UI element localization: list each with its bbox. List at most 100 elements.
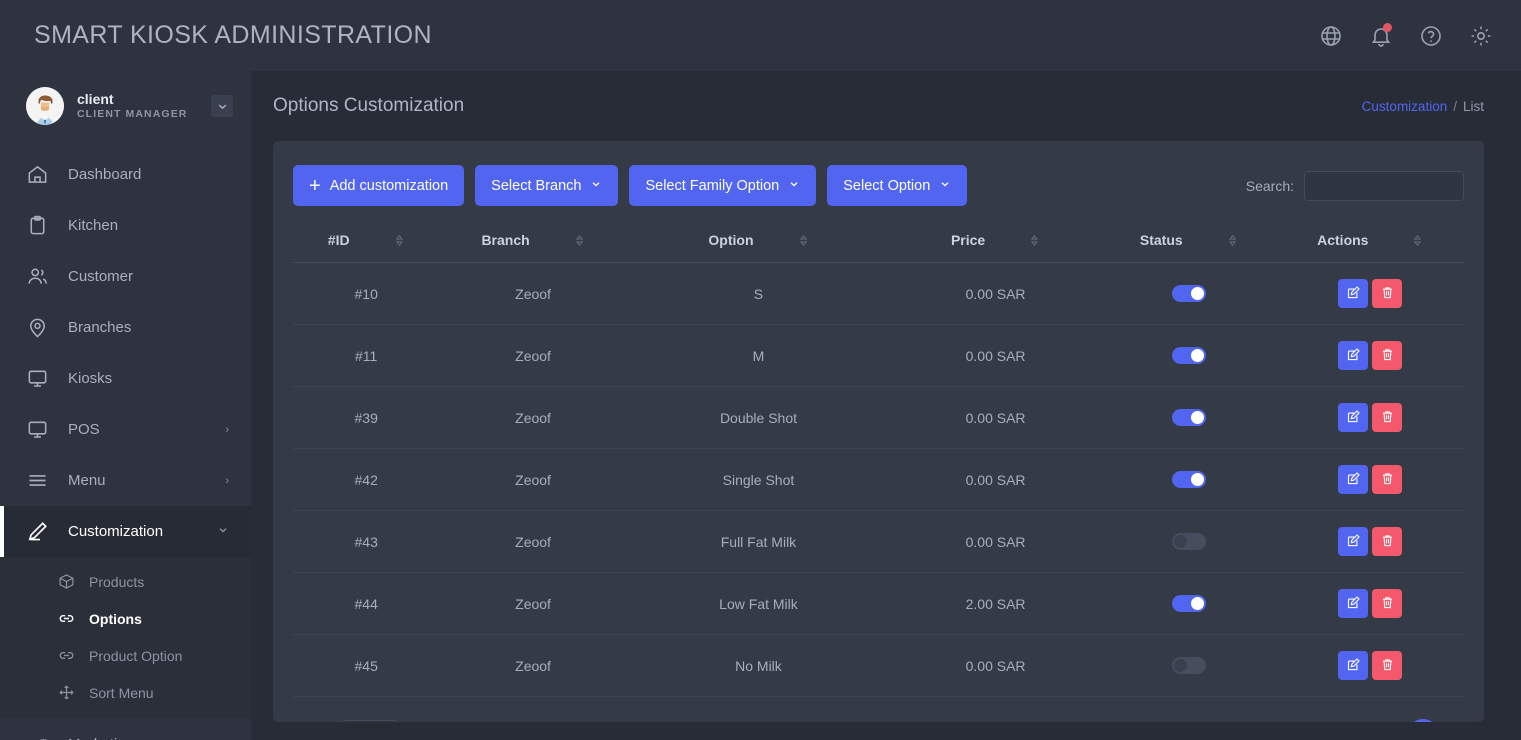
delete-row-button[interactable]	[1372, 465, 1403, 494]
sidebar-item-pos[interactable]: POS ›	[0, 404, 251, 455]
status-toggle[interactable]	[1171, 347, 1206, 365]
delete-row-button[interactable]	[1372, 651, 1403, 680]
table-row: #44 Zeoof Low Fat Milk 2.00 SAR	[293, 572, 1464, 635]
table-head: #ID Branch Option Price Status Actions	[293, 220, 1464, 263]
column-header-option[interactable]: Option	[626, 220, 891, 263]
user-profile-box[interactable]: client CLIENT MANAGER	[0, 71, 251, 143]
column-header-branch[interactable]: Branch	[439, 220, 627, 263]
select-branch-dropdown[interactable]: Select Branch	[475, 165, 619, 206]
status-toggle[interactable]	[1171, 285, 1206, 303]
clipboard-icon	[30, 215, 45, 235]
edit-row-button[interactable]	[1338, 651, 1369, 680]
chevron-down-icon[interactable]	[211, 95, 233, 117]
table-body: #10 Zeoof S 0.00 SAR #11 Zeoof M 0.00 SAR #39 Zeo…	[293, 262, 1464, 697]
sort-icon[interactable]	[1412, 234, 1423, 247]
bell-icon[interactable]	[1369, 22, 1393, 48]
map-pin-icon	[30, 318, 45, 338]
pagination: « 1 »	[1385, 719, 1460, 722]
status-toggle[interactable]	[1171, 471, 1206, 489]
help-icon[interactable]	[1419, 24, 1443, 48]
delete-row-button[interactable]	[1372, 341, 1403, 370]
cell-branch: Zeoof	[439, 324, 627, 387]
page-title: Options Customization	[273, 95, 465, 116]
sidebar-item-marketing[interactable]: Marketing ›	[0, 719, 251, 740]
edit-row-button[interactable]	[1338, 465, 1369, 494]
sidebar-item-products[interactable]: Products	[0, 563, 251, 600]
delete-row-button[interactable]	[1372, 403, 1403, 432]
table-row: #39 Zeoof Double Shot 0.00 SAR	[293, 386, 1464, 449]
body-wrapper: client CLIENT MANAGER Dashboard Kitchen …	[0, 71, 1521, 740]
page-header: Options Customization Customization / List	[251, 71, 1521, 117]
sidebar-item-customization[interactable]: Customization	[0, 506, 251, 557]
user-role: CLIENT MANAGER	[77, 108, 188, 121]
sidebar-item-label: Kiosks	[68, 370, 113, 387]
entries-select[interactable]: 102550100	[342, 719, 399, 722]
search-group: Search:	[1246, 170, 1464, 201]
sort-icon[interactable]	[574, 234, 585, 247]
search-input[interactable]	[1304, 170, 1464, 201]
notification-badge-dot	[1383, 22, 1392, 32]
table-toolbar: + Add customization Select Branch Select…	[293, 165, 1464, 206]
add-customization-button[interactable]: + Add customization	[293, 165, 465, 206]
sidebar-item-kitchen[interactable]: Kitchen	[0, 200, 251, 251]
cell-price: 0.00 SAR	[890, 448, 1101, 511]
column-label: Status	[1139, 232, 1183, 248]
edit-row-button[interactable]	[1338, 589, 1369, 618]
sidebar-item-branches[interactable]: Branches	[0, 302, 251, 353]
delete-row-button[interactable]	[1372, 589, 1403, 618]
edit-row-button[interactable]	[1338, 403, 1369, 432]
column-header-status[interactable]: Status	[1100, 220, 1277, 263]
trash-icon	[1380, 595, 1395, 613]
globe-icon[interactable]	[1319, 24, 1343, 48]
edit-row-button[interactable]	[1338, 341, 1369, 370]
cell-option: Single Shot	[626, 448, 891, 511]
status-toggle[interactable]	[1171, 657, 1206, 675]
sidebar-item-product-option[interactable]: Product Option	[0, 637, 251, 674]
sidebar-item-menu[interactable]: Menu ›	[0, 455, 251, 506]
breadcrumb-parent-link[interactable]: Customization	[1362, 99, 1448, 114]
sidebar-subitem-label: Sort Menu	[89, 684, 154, 701]
delete-row-button[interactable]	[1372, 279, 1403, 308]
sidebar-item-label: Customization	[68, 523, 164, 540]
status-toggle[interactable]	[1171, 409, 1206, 427]
cell-option: S	[626, 262, 891, 325]
chevron-down-icon	[939, 178, 951, 193]
cell-id: #39	[293, 386, 440, 449]
user-name: client	[77, 90, 114, 107]
column-header-id[interactable]: #ID	[293, 220, 440, 263]
sort-icon[interactable]	[1029, 234, 1040, 247]
move-icon	[59, 685, 74, 700]
sort-icon[interactable]	[798, 234, 809, 247]
sidebar-subitem-label: Options	[89, 610, 142, 627]
sidebar-item-customer[interactable]: Customer	[0, 251, 251, 302]
sidebar-item-kiosks[interactable]: Kiosks	[0, 353, 251, 404]
pagination-page-1[interactable]: 1	[1407, 719, 1438, 722]
sidebar-item-label: Menu	[68, 472, 106, 489]
status-toggle[interactable]	[1171, 595, 1206, 613]
gear-icon[interactable]	[1469, 24, 1493, 48]
table-row: #43 Zeoof Full Fat Milk 0.00 SAR	[293, 510, 1464, 573]
cell-status	[1100, 510, 1277, 573]
cell-branch: Zeoof	[439, 572, 627, 635]
pencil-square-icon	[1346, 347, 1361, 365]
sidebar-item-dashboard[interactable]: Dashboard	[0, 149, 251, 200]
edit-row-button[interactable]	[1338, 279, 1369, 308]
monitor-icon	[28, 370, 47, 387]
select-option-dropdown[interactable]: Select Option	[827, 165, 968, 206]
sidebar-item-sort-menu[interactable]: Sort Menu	[0, 674, 251, 711]
sort-icon[interactable]	[1227, 234, 1238, 247]
column-header-price[interactable]: Price	[890, 220, 1101, 263]
cell-status	[1100, 448, 1277, 511]
chevron-down-icon	[788, 178, 800, 193]
select-family-option-dropdown[interactable]: Select Family Option	[629, 165, 817, 206]
sidebar-item-options[interactable]: Options	[0, 600, 251, 637]
status-toggle[interactable]	[1171, 533, 1206, 551]
cell-price: 0.00 SAR	[890, 262, 1101, 325]
monitor-icon	[28, 421, 47, 438]
sidebar-subitem-label: Product Option	[89, 647, 183, 664]
delete-row-button[interactable]	[1372, 527, 1403, 556]
cell-branch: Zeoof	[439, 634, 627, 697]
edit-row-button[interactable]	[1338, 527, 1369, 556]
sort-icon[interactable]	[394, 234, 405, 247]
column-header-actions[interactable]: Actions	[1276, 220, 1464, 263]
